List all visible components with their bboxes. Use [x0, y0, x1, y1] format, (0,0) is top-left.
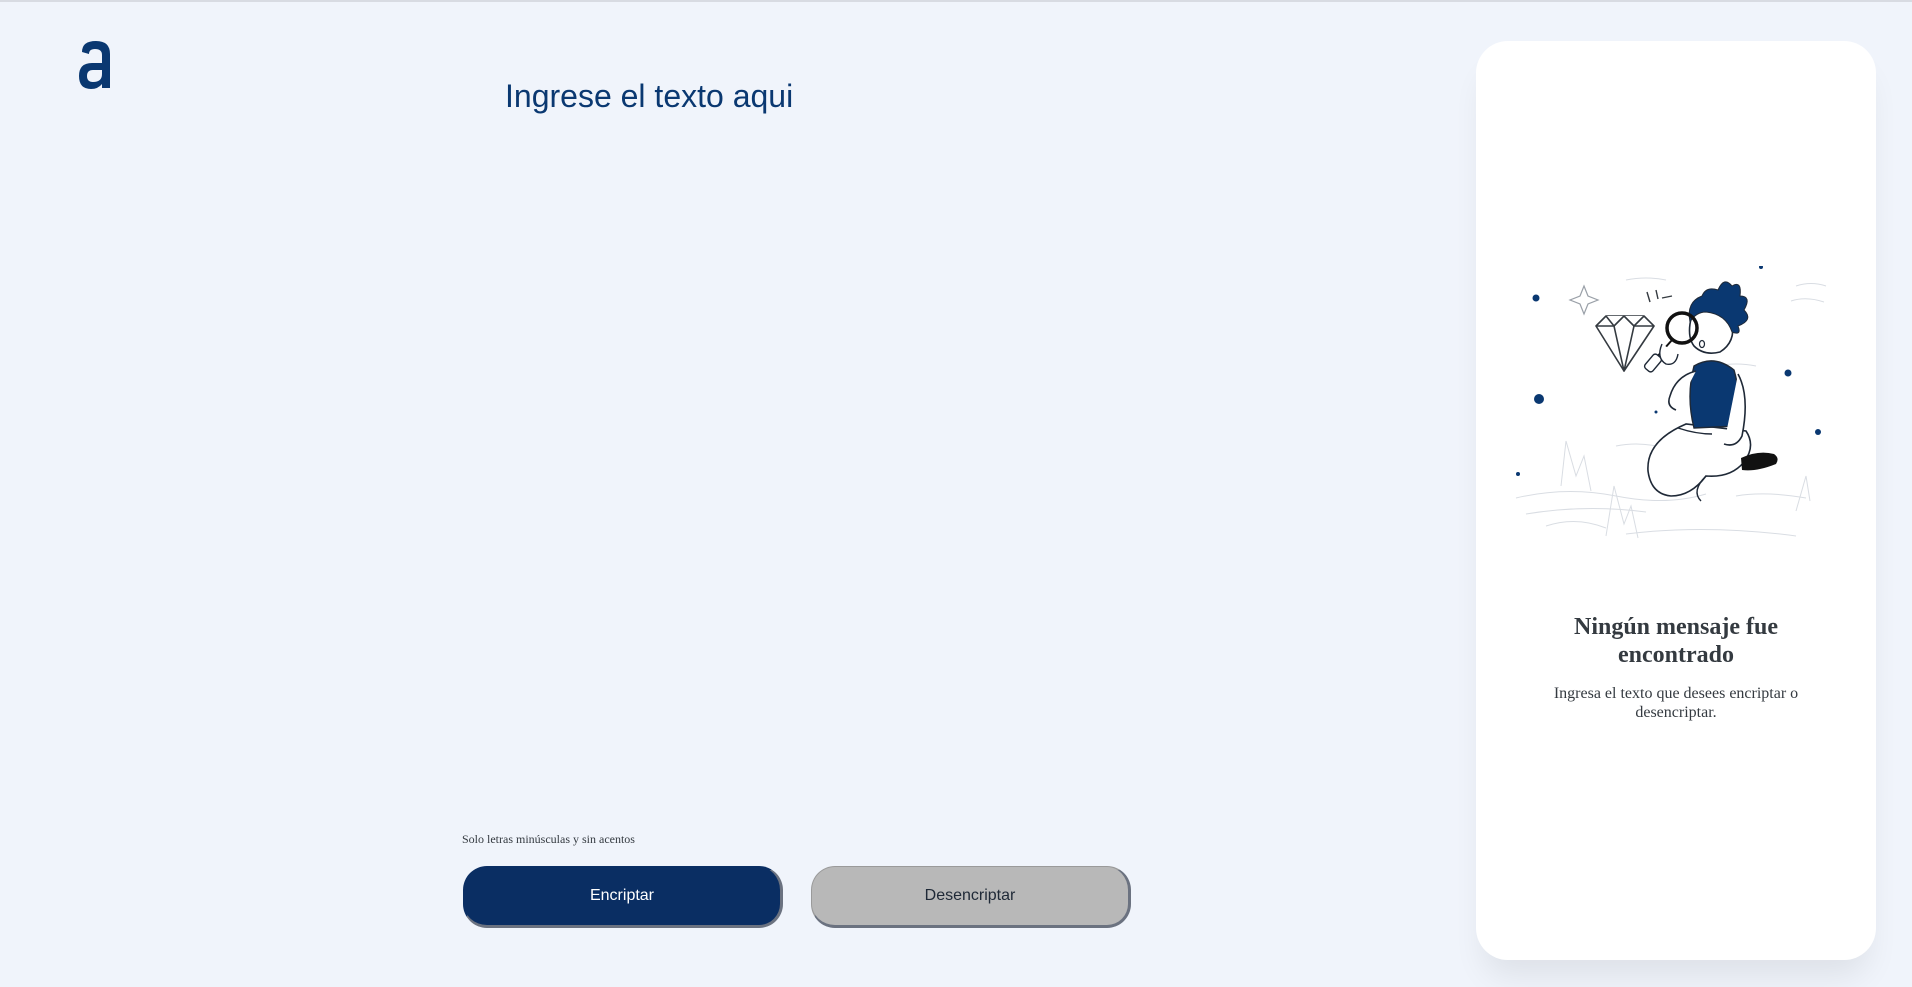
output-text: Ingresa el texto que desees encriptar o … — [1553, 685, 1799, 721]
input-hint: Solo letras minúsculas y sin acentos — [462, 832, 635, 847]
decrypt-button[interactable]: Desencriptar — [811, 866, 1131, 928]
logo-icon — [79, 41, 110, 89]
encrypt-button[interactable]: Encriptar — [463, 866, 783, 928]
hint-text: Solo letras minúsculas y sin acentos — [462, 832, 635, 846]
top-border — [0, 0, 1912, 2]
output-panel: Ningún mensaje fue encontrado Ingresa el… — [1476, 41, 1876, 960]
encrypt-button-label: Encriptar — [589, 887, 655, 904]
output-title: Ningún mensaje fue encontrado — [1573, 614, 1778, 668]
decrypt-button-label: Desencriptar — [924, 887, 1016, 904]
message-textarea[interactable] — [505, 78, 1365, 798]
boy-magnifying-glass-illustration — [1515, 266, 1827, 539]
